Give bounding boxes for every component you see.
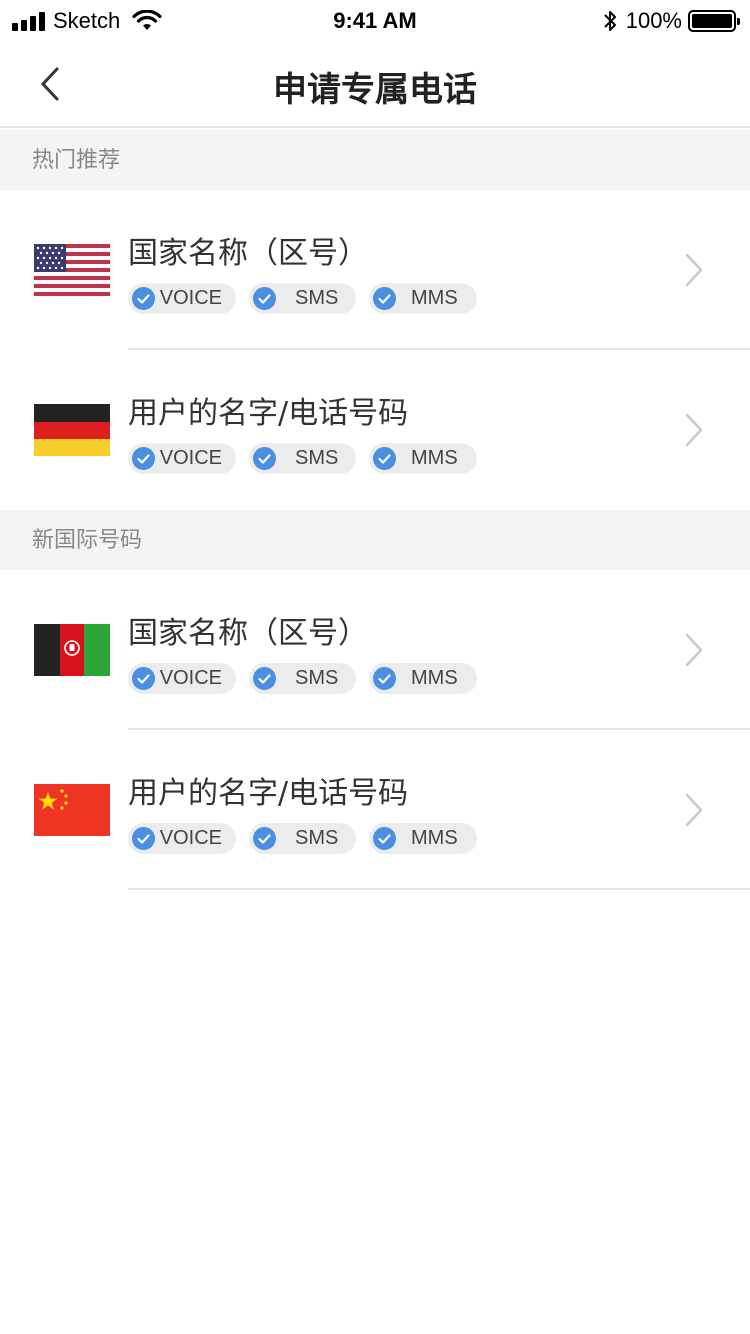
- list-item[interactable]: 用户的名字/电话号码 VOICE SMS MMS: [0, 730, 750, 890]
- chevron-right-icon: [685, 633, 703, 667]
- section-header-new-international: 新国际号码: [0, 510, 750, 570]
- section-header-hot: 热门推荐: [0, 130, 750, 190]
- nav-bar: 申请专属电话: [0, 40, 750, 128]
- check-icon: [253, 827, 276, 850]
- capability-tags: VOICE SMS MMS: [128, 283, 477, 314]
- check-icon: [132, 667, 155, 690]
- status-bar: Sketch 9:41 AM 100%: [0, 0, 750, 40]
- voice-tag: VOICE: [128, 663, 236, 694]
- de-flag-icon: [34, 404, 110, 456]
- page-title: 申请专属电话: [273, 70, 477, 110]
- item-title: 用户的名字/电话号码: [128, 776, 409, 811]
- sms-tag: SMS: [249, 823, 356, 854]
- check-icon: [253, 287, 276, 310]
- check-icon: [253, 667, 276, 690]
- capability-tags: VOICE SMS MMS: [128, 663, 477, 694]
- us-flag-icon: [34, 244, 110, 296]
- check-icon: [132, 827, 155, 850]
- cn-flag-icon: [34, 784, 110, 836]
- af-flag-icon: [34, 624, 110, 676]
- chevron-right-icon: [685, 253, 703, 287]
- divider: [128, 888, 750, 890]
- check-icon: [132, 287, 155, 310]
- check-icon: [373, 447, 396, 470]
- battery-icon: [688, 10, 740, 32]
- sms-tag: SMS: [249, 443, 356, 474]
- battery-percent: 100%: [625, 8, 682, 33]
- capability-tags: VOICE SMS MMS: [128, 443, 477, 474]
- list-item[interactable]: 用户的名字/电话号码 VOICE SMS MMS: [0, 350, 750, 510]
- bluetooth-icon: [604, 11, 616, 31]
- check-icon: [373, 287, 396, 310]
- voice-tag: VOICE: [128, 823, 236, 854]
- check-icon: [253, 447, 276, 470]
- mms-tag: MMS: [369, 663, 477, 694]
- item-title: 国家名称（区号）: [128, 616, 368, 651]
- sms-tag: SMS: [249, 283, 356, 314]
- capability-tags: VOICE SMS MMS: [128, 823, 477, 854]
- chevron-right-icon: [685, 413, 703, 447]
- check-icon: [373, 667, 396, 690]
- check-icon: [373, 827, 396, 850]
- list-item[interactable]: 国家名称（区号） VOICE SMS MMS: [0, 570, 750, 730]
- list-item[interactable]: 国家名称（区号） VOICE SMS MMS: [0, 190, 750, 350]
- voice-tag: VOICE: [128, 283, 236, 314]
- sms-tag: SMS: [249, 663, 356, 694]
- voice-tag: VOICE: [128, 443, 236, 474]
- status-right: 100%: [602, 8, 740, 34]
- item-title: 国家名称（区号）: [128, 236, 368, 271]
- mms-tag: MMS: [369, 283, 477, 314]
- mms-tag: MMS: [369, 823, 477, 854]
- item-title: 用户的名字/电话号码: [128, 396, 409, 431]
- chevron-right-icon: [685, 793, 703, 827]
- check-icon: [132, 447, 155, 470]
- mms-tag: MMS: [369, 443, 477, 474]
